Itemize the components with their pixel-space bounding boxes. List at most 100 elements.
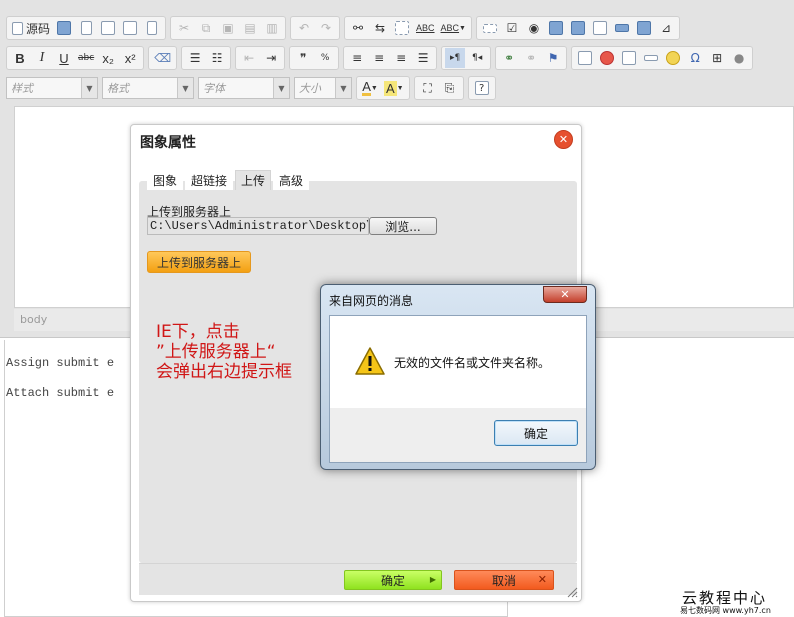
link-button[interactable]: ⚭ — [499, 48, 519, 68]
checkbox-button[interactable]: ☑ — [502, 18, 522, 38]
cut-button[interactable]: ✂ — [174, 18, 194, 38]
unlink-button[interactable]: ⚭ — [521, 48, 541, 68]
superscript-button[interactable]: x² — [120, 48, 140, 68]
strike-button[interactable]: abc — [76, 48, 96, 68]
page-break-button[interactable]: ⊞ — [707, 48, 727, 68]
special-char-button[interactable]: Ω — [685, 48, 705, 68]
bg-color-button[interactable]: A ▼ — [382, 78, 406, 98]
table-icon — [622, 51, 637, 65]
button-button[interactable] — [612, 18, 632, 38]
textarea-button[interactable] — [568, 18, 588, 38]
page-break-icon: ⊞ — [712, 51, 723, 65]
ltr-button[interactable]: ▸¶ — [445, 48, 466, 68]
chevron-down-icon: ▼ — [273, 78, 289, 98]
browse-button[interactable]: 浏览... — [369, 217, 437, 235]
subscript-button[interactable]: x₂ — [98, 48, 118, 68]
paste-button[interactable]: ▣ — [218, 18, 238, 38]
rtl-button[interactable]: ¶◂ — [467, 48, 487, 68]
chevron-down-icon: ▼ — [370, 84, 378, 92]
message-dialog-body: 无效的文件名或文件夹名称。 确定 — [329, 315, 587, 463]
print-button[interactable] — [120, 18, 140, 38]
save-button[interactable] — [54, 18, 74, 38]
templates-button[interactable] — [142, 18, 162, 38]
file-path-input[interactable]: C:\Users\Administrator\Desktop\东 — [147, 217, 369, 235]
numbered-list-button[interactable]: ☰ — [185, 48, 205, 68]
chevron-down-icon: ▼ — [396, 84, 404, 92]
cancel-button[interactable]: 取消 ✕ — [454, 570, 554, 590]
maximize-button[interactable]: ⛶ — [418, 78, 438, 98]
paste-word-button[interactable]: ▥ — [262, 18, 282, 38]
italic-button[interactable]: I — [32, 48, 52, 68]
font-combo[interactable]: 字体 ▼ — [198, 77, 290, 99]
new-page-button[interactable] — [76, 18, 96, 38]
format-combo[interactable]: 格式 ▼ — [102, 77, 194, 99]
text-color-button[interactable]: A ▼ — [360, 78, 380, 98]
size-combo[interactable]: 大小 ▼ — [294, 77, 352, 99]
bold-button[interactable]: B — [10, 48, 30, 68]
tab-link[interactable]: 超链接 — [185, 170, 234, 190]
preview-button[interactable] — [98, 18, 118, 38]
globe-icon: ● — [733, 51, 745, 65]
align-center-button[interactable]: ≡ — [369, 48, 389, 68]
justify-button[interactable]: ☰ — [413, 48, 433, 68]
ok-button-label: 确定 — [380, 573, 405, 588]
copy-button[interactable]: ⧉ — [196, 18, 216, 38]
tab-advanced[interactable]: 高级 — [273, 170, 310, 190]
close-icon: ✕ — [560, 288, 570, 301]
source-button[interactable]: 源码 — [10, 18, 52, 38]
styles-combo[interactable]: 样式 ▼ — [6, 77, 98, 99]
undo-icon: ↶ — [298, 21, 310, 35]
select-button[interactable] — [590, 18, 610, 38]
radio-button[interactable]: ◉ — [524, 18, 544, 38]
underline-button[interactable]: U — [54, 48, 74, 68]
image-button[interactable] — [575, 48, 595, 68]
close-icon: ✕ — [558, 133, 569, 146]
image-button-icon — [636, 21, 651, 35]
link-icon: ⚭ — [504, 51, 515, 65]
textfield-button[interactable] — [546, 18, 566, 38]
new-page-icon — [80, 21, 92, 35]
flash-button[interactable] — [597, 48, 617, 68]
replace-button[interactable]: ⇆ — [370, 18, 390, 38]
find-button[interactable]: ⚯ — [348, 18, 368, 38]
paste-icon: ▣ — [222, 21, 234, 35]
redo-button[interactable]: ↷ — [316, 18, 336, 38]
smiley-button[interactable] — [663, 48, 683, 68]
align-right-button[interactable]: ≡ — [391, 48, 411, 68]
table-button[interactable] — [619, 48, 639, 68]
radio-icon: ◉ — [528, 21, 540, 35]
upload-to-server-button[interactable]: 上传到服务器上 — [147, 251, 251, 273]
message-ok-button[interactable]: 确定 — [494, 420, 578, 446]
tab-image[interactable]: 图象 — [147, 170, 184, 190]
iframe-button[interactable]: ● — [729, 48, 749, 68]
show-blocks-button[interactable]: ⎘ — [440, 78, 460, 98]
select-all-button[interactable] — [392, 18, 412, 38]
tab-upload[interactable]: 上传 — [235, 170, 272, 190]
watermark-url: 易七数码网 www.yh7.cn — [680, 606, 771, 615]
ok-button[interactable]: 确定 ▶ — [344, 570, 442, 590]
form-button[interactable] — [480, 18, 500, 38]
outdent-button[interactable]: ⇤ — [239, 48, 259, 68]
spellcheck-button[interactable]: ABC — [414, 18, 437, 38]
resize-grip-icon[interactable] — [566, 586, 578, 598]
align-left-button[interactable]: ≡ — [347, 48, 367, 68]
help-button[interactable]: ? — [472, 78, 492, 98]
blockquote-icon: ❞ — [299, 51, 307, 65]
replace-icon: ⇆ — [374, 21, 386, 35]
anchor-button[interactable]: ⚑ — [543, 48, 563, 68]
bulleted-list-button[interactable]: ☷ — [207, 48, 227, 68]
indent-button[interactable]: ⇥ — [261, 48, 281, 68]
remove-format-button[interactable]: ⌫ — [152, 48, 173, 68]
image-button-button[interactable] — [634, 18, 654, 38]
element-path[interactable]: body — [20, 313, 47, 326]
hidden-field-button[interactable]: ⊿ — [656, 18, 676, 38]
spellcheck-as-you-type-button[interactable]: ABC ▼ — [439, 18, 468, 38]
message-close-button[interactable]: ✕ — [543, 286, 587, 303]
horizontal-rule-button[interactable] — [641, 48, 661, 68]
paste-word-icon: ▥ — [266, 21, 278, 35]
close-button[interactable]: ✕ — [554, 130, 573, 149]
div-button[interactable]: % — [315, 48, 335, 68]
blockquote-button[interactable]: ❞ — [293, 48, 313, 68]
paste-text-button[interactable]: ▤ — [240, 18, 260, 38]
undo-button[interactable]: ↶ — [294, 18, 314, 38]
